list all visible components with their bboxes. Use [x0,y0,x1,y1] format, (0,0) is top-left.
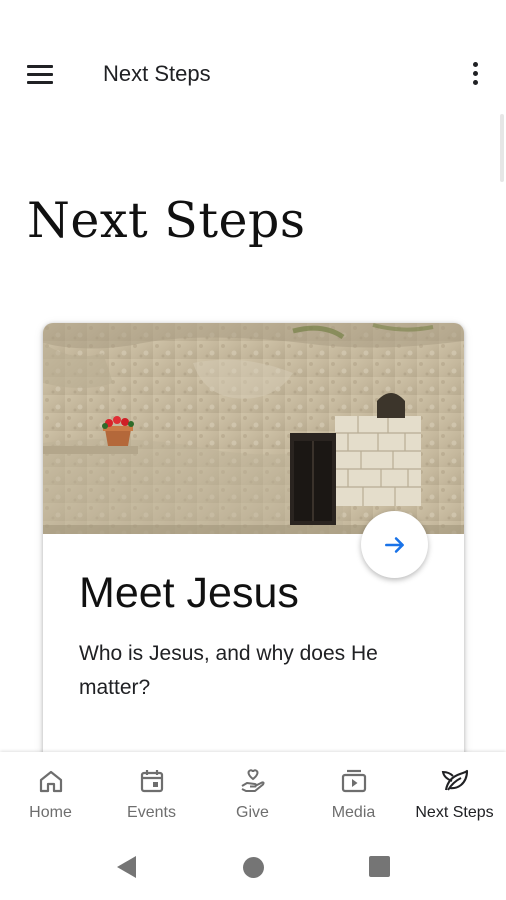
nav-item-home[interactable]: Home [0,752,101,834]
card-title: Meet Jesus [79,569,299,617]
menu-icon[interactable] [18,54,62,94]
sprout-leaf-icon [441,769,468,791]
card-description: Who is Jesus, and why does He matter? [79,642,378,699]
app-bar-title: Next Steps [103,61,211,86]
nav-label-next-steps: Next Steps [415,804,494,821]
more-options-icon[interactable] [458,54,494,94]
media-play-icon [341,769,366,793]
home-circle-icon[interactable] [243,857,264,878]
calendar-icon [140,770,163,793]
arrow-right-icon [384,536,404,553]
scrollbar[interactable] [500,114,504,182]
garden-tomb-photo [43,323,464,534]
nav-item-media[interactable]: Media [303,752,404,834]
nav-item-next-steps[interactable]: Next Steps [404,752,505,834]
nav-item-give[interactable]: Give [202,752,303,834]
nav-label-media: Media [331,804,376,821]
bottom-navigation: Home Events Give Media Next Steps [0,752,506,834]
nav-label-home: Home [29,804,72,821]
app-bar: Next Steps [0,36,506,112]
nav-item-events[interactable]: Events [101,752,202,834]
open-card-button[interactable] [361,511,428,578]
system-navigation-bar [0,834,506,900]
home-icon [39,770,62,793]
give-hand-heart-icon [240,769,265,792]
nav-label-give: Give [236,804,269,821]
recents-square-icon[interactable] [369,856,390,877]
back-icon[interactable] [114,854,138,880]
nav-label-events: Events [127,804,176,821]
page-title: Next Steps [27,192,306,249]
